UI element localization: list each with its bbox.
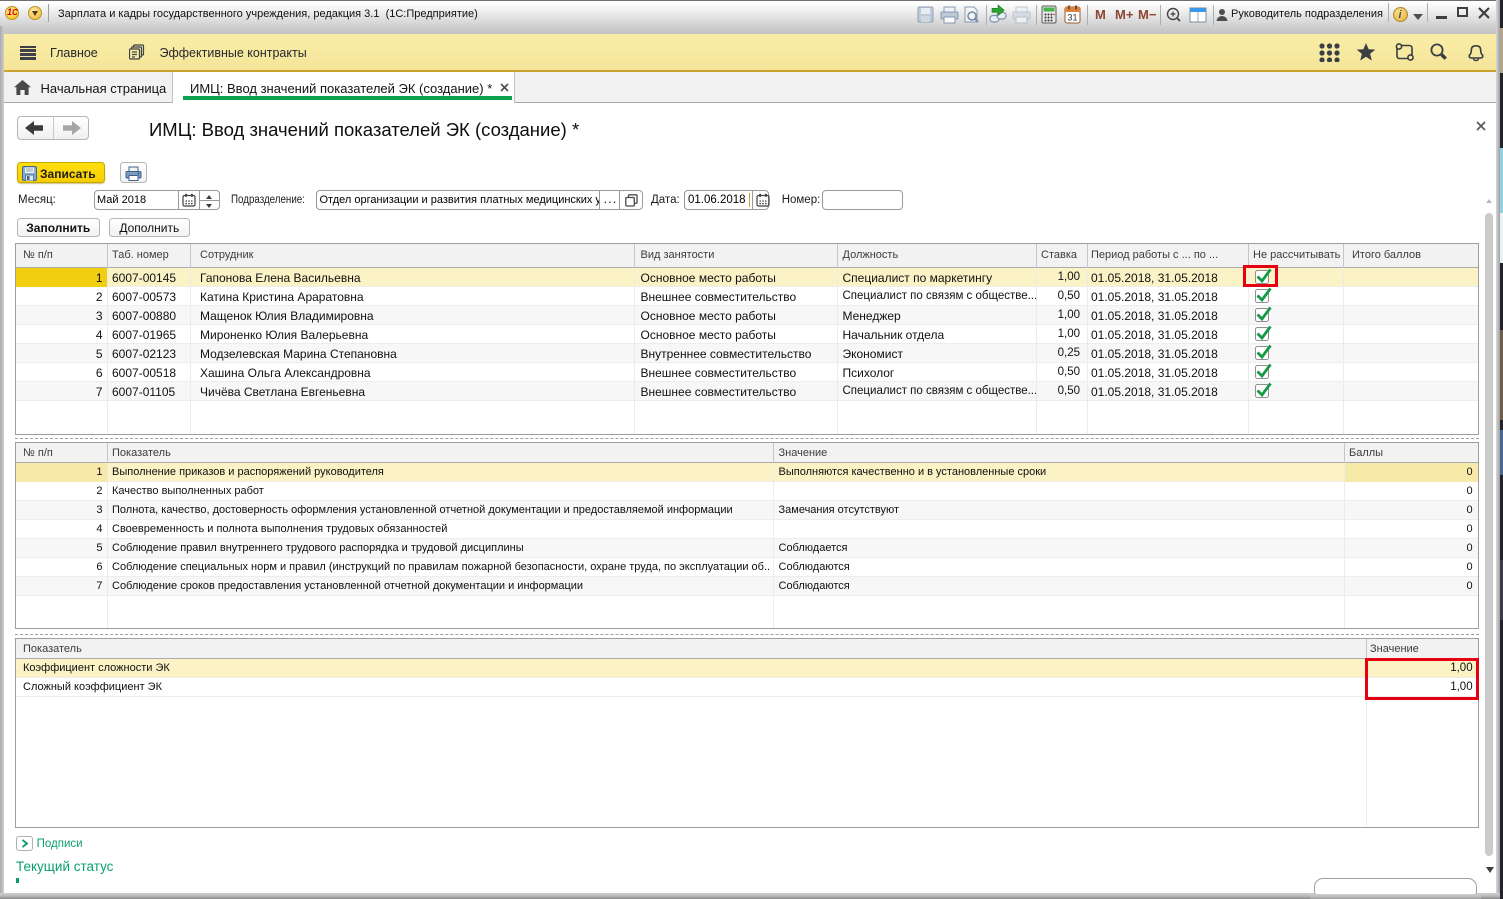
svg-text:M−: M−	[1138, 7, 1157, 22]
svg-text:M: M	[1095, 7, 1106, 22]
svg-text:M+: M+	[1115, 7, 1134, 22]
svg-text:31: 31	[1067, 13, 1077, 23]
